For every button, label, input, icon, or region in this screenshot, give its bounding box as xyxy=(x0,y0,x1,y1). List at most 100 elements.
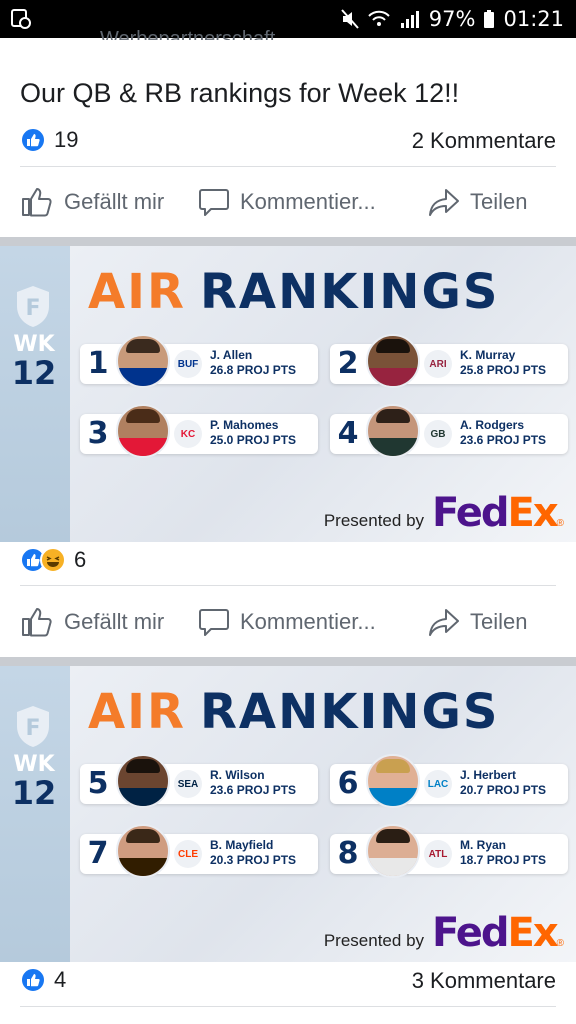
like-label: Gefällt mir xyxy=(64,189,165,214)
player-points: 26.8 PROJ PTS xyxy=(210,363,297,377)
battery-icon xyxy=(484,10,495,28)
player-photo xyxy=(116,754,170,808)
status-bar: 97% 01:21 xyxy=(0,0,576,38)
post-title: Our QB & RB rankings for Week 12!! xyxy=(20,78,460,108)
player-rank: 2 xyxy=(337,346,359,381)
player-rank: 3 xyxy=(87,416,109,451)
player-name: P. Mahomes xyxy=(210,418,279,432)
player-card: 4 GB A. Rodgers 23.6 PROJ PTS xyxy=(330,404,568,458)
player-name: J. Herbert xyxy=(460,768,517,782)
comment-label: Kommentier... xyxy=(240,189,376,214)
svg-text:F: F xyxy=(25,716,40,741)
fantasy-shield-icon: F xyxy=(17,706,49,747)
player-card: 8 ATL M. Ryan 18.7 PROJ PTS xyxy=(330,824,568,878)
share-label: Teilen xyxy=(470,609,528,634)
player-photo xyxy=(366,404,420,458)
player-name: J. Allen xyxy=(210,348,253,362)
week-label: WK xyxy=(13,752,55,777)
reaction-count: 4 xyxy=(54,967,67,992)
player-name: K. Murray xyxy=(460,348,516,362)
share-icon xyxy=(429,609,459,636)
post-separator xyxy=(0,237,576,246)
like-reaction-icon xyxy=(20,967,46,993)
fantasy-shield-icon: F xyxy=(17,286,49,327)
air-rankings-image[interactable]: F WK 12 AIR RANKINGS 5 SEA R. Wilson 23.6… xyxy=(0,666,576,962)
player-photo xyxy=(116,824,170,878)
divider xyxy=(20,585,556,586)
comment-button[interactable]: Kommentier... xyxy=(198,172,376,232)
team-logo-icon: LAC xyxy=(424,770,452,798)
player-rank: 5 xyxy=(87,766,109,801)
player-photo xyxy=(116,334,170,388)
player-points: 23.6 PROJ PTS xyxy=(460,433,547,447)
player-points: 25.0 PROJ PTS xyxy=(210,433,297,447)
signal-icon xyxy=(400,11,419,28)
wifi-icon xyxy=(368,10,390,26)
player-points: 23.6 PROJ PTS xyxy=(210,783,297,797)
week-label: WK xyxy=(13,332,55,357)
ad-title: AIR RANKINGS xyxy=(88,264,500,320)
player-card: 1 BUF J. Allen 26.8 PROJ PTS xyxy=(80,334,318,388)
divider xyxy=(20,1006,556,1007)
player-rank: 1 xyxy=(87,346,109,381)
player-photo xyxy=(366,334,420,388)
comment-icon xyxy=(199,189,229,216)
comments-count-link[interactable]: 3 Kommentare xyxy=(412,968,556,994)
share-button[interactable]: Teilen xyxy=(428,172,527,232)
presented-by-text: Presented by xyxy=(323,931,425,950)
reaction-summary[interactable]: 19 xyxy=(20,120,78,160)
player-points: 25.8 PROJ PTS xyxy=(460,363,547,377)
svg-text:F: F xyxy=(25,296,40,321)
share-label: Teilen xyxy=(470,189,528,214)
like-label: Gefällt mir xyxy=(64,609,165,634)
air-rankings-image[interactable]: F WK 12 AIR RANKINGS 1 BUF J. Allen 26.8 … xyxy=(0,246,576,542)
reaction-count: 19 xyxy=(54,127,79,152)
like-button[interactable]: Gefällt mir xyxy=(20,592,164,652)
player-rank: 8 xyxy=(337,836,359,871)
player-points: 18.7 PROJ PTS xyxy=(460,853,547,867)
presented-by-text: Presented by xyxy=(323,511,425,530)
player-card: 7 CLE B. Mayfield 20.3 PROJ PTS xyxy=(80,824,318,878)
share-button[interactable]: Teilen xyxy=(428,592,527,652)
thumbs-up-icon xyxy=(22,608,52,637)
reaction-summary[interactable]: 6 xyxy=(20,540,86,580)
comment-label: Kommentier... xyxy=(240,609,376,634)
comment-icon xyxy=(199,609,229,636)
reaction-count: 6 xyxy=(74,547,87,572)
reaction-summary[interactable]: 4 xyxy=(20,960,66,1000)
team-logo-icon: GB xyxy=(424,420,452,448)
player-card: 5 SEA R. Wilson 23.6 PROJ PTS xyxy=(80,754,318,808)
like-button[interactable]: Gefällt mir xyxy=(20,172,164,232)
comment-button[interactable]: Kommentier... xyxy=(198,592,376,652)
post-separator xyxy=(0,657,576,666)
ad-title: AIR RANKINGS xyxy=(88,684,500,740)
player-points: 20.7 PROJ PTS xyxy=(460,783,547,797)
week-number: 12 xyxy=(11,354,57,392)
sponsor-credit: Presented by FedEx® xyxy=(324,490,564,536)
team-logo-icon: SEA xyxy=(174,770,202,798)
player-photo xyxy=(366,754,420,808)
sponsored-label[interactable]: Werbepartnerschaft xyxy=(100,22,275,40)
action-bar: Gefällt mir Kommentier... Teilen xyxy=(0,592,576,652)
player-name: B. Mayfield xyxy=(210,838,274,852)
player-name: R. Wilson xyxy=(210,768,265,782)
player-card: 3 KC P. Mahomes 25.0 PROJ PTS xyxy=(80,404,318,458)
team-logo-icon: BUF xyxy=(174,350,202,378)
comments-count-link[interactable]: 2 Kommentare xyxy=(412,128,556,154)
player-card: 6 LAC J. Herbert 20.7 PROJ PTS xyxy=(330,754,568,808)
player-rank: 6 xyxy=(337,766,359,801)
player-photo xyxy=(116,404,170,458)
team-logo-icon: ARI xyxy=(424,350,452,378)
player-card: 2 ARI K. Murray 25.8 PROJ PTS xyxy=(330,334,568,388)
share-icon xyxy=(429,189,459,216)
week-number: 12 xyxy=(11,774,57,812)
sponsor-credit: Presented by FedEx® xyxy=(324,910,564,956)
thumbs-up-icon xyxy=(22,188,52,217)
player-rank: 4 xyxy=(337,416,359,451)
player-name: A. Rodgers xyxy=(460,418,525,432)
player-points: 20.3 PROJ PTS xyxy=(210,853,297,867)
fedex-logo: FedEx® xyxy=(432,490,564,536)
week-indicator: WK 12 xyxy=(10,332,58,392)
player-rank: 7 xyxy=(87,836,109,871)
battery-percent: 97% xyxy=(428,7,476,31)
